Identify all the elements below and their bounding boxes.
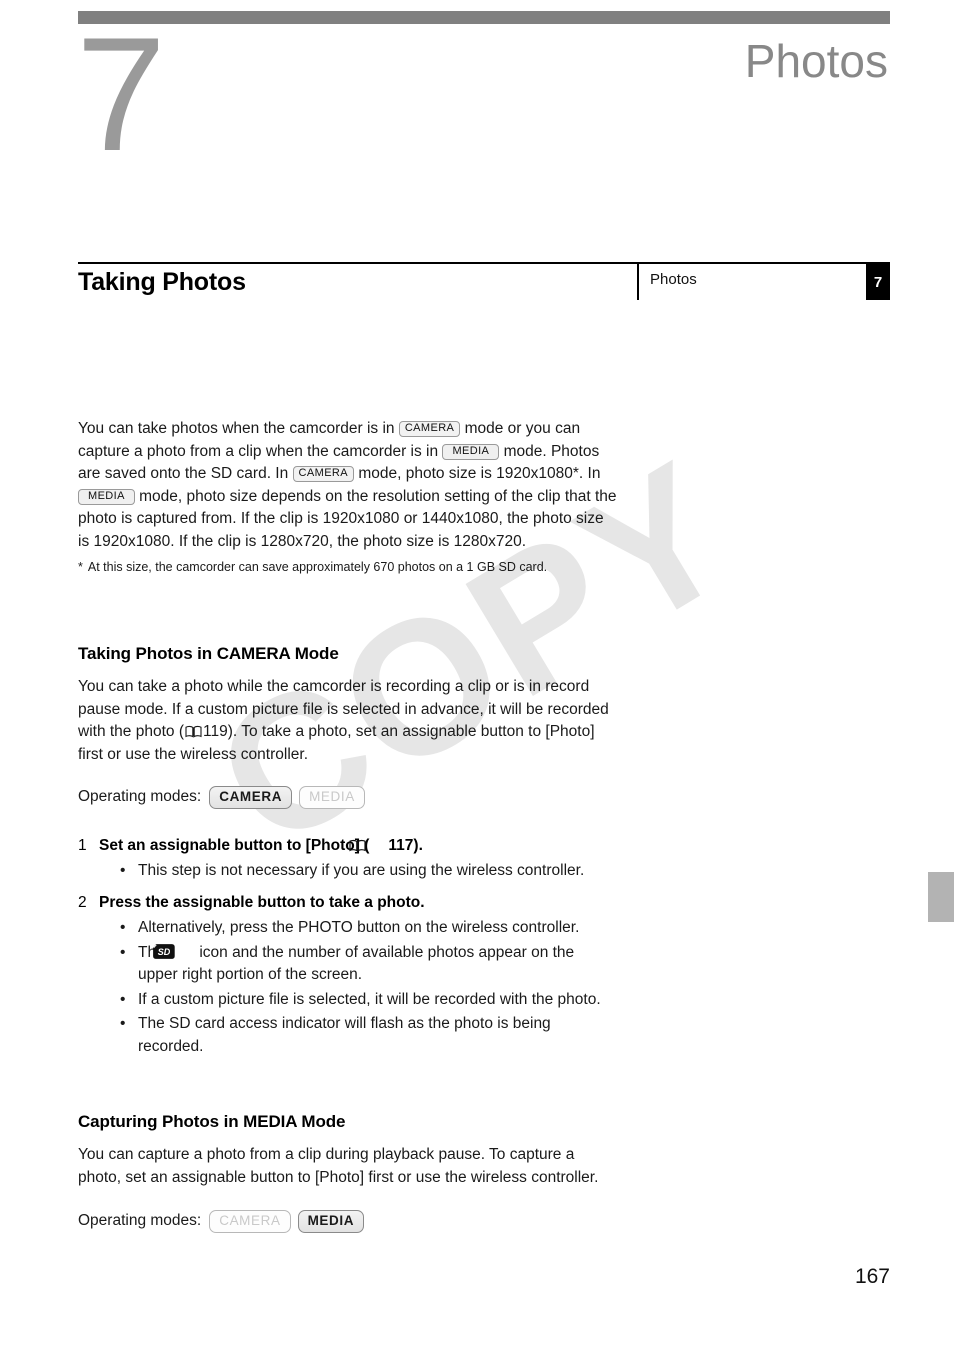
book-page-reference-icon: [185, 723, 202, 738]
step-1-page-ref: 117: [388, 836, 414, 854]
bullet-text: The SD card access indicator will flash …: [138, 1015, 551, 1055]
intro-text-4: mode, photo size is 1920x1080*. In: [354, 465, 601, 482]
page-number: 167: [854, 1265, 890, 1288]
running-head-box: Photos 7: [637, 264, 890, 300]
chapter-number: 7: [76, 4, 166, 185]
heading-taking-photos-camera-mode: Taking Photos in CAMERA Mode: [78, 644, 339, 663]
camera-para-page-ref: 119: [202, 723, 228, 740]
bullet-dot: •: [120, 919, 126, 936]
step-1-text-a: Set an assignable button to [Photo] (: [99, 836, 370, 854]
document-page: COPY 7 Photos Taking Photos Photos 7 You…: [0, 0, 954, 1348]
chapter-top-bar: [78, 11, 890, 24]
step-2-number: 2: [78, 894, 87, 911]
bullet-text: Alternatively, press the PHOTO button on…: [138, 919, 580, 936]
intro-text-1: You can take photos when the camcorder i…: [78, 420, 399, 437]
camera-mode-pill-inline-2: CAMERA: [292, 466, 355, 482]
footnote-text: At this size, the camcorder can save app…: [87, 560, 548, 574]
running-head-chapter-badge: 7: [866, 264, 890, 300]
bullet-dot: •: [120, 861, 126, 879]
running-head-label: Photos: [650, 271, 697, 288]
heading-capturing-photos-media-mode: Capturing Photos in MEDIA Mode: [78, 1112, 346, 1131]
media-mode-pill-inline-2: MEDIA: [78, 488, 135, 505]
step-2-text-a: Press the assignable button to take a ph…: [99, 894, 425, 911]
operating-modes-media: Operating modes: CAMERA MEDIA: [78, 1210, 618, 1233]
list-item: • The SD icon and the number of available…: [120, 942, 618, 987]
mode-pill-media-inactive: MEDIA: [299, 786, 365, 809]
bullet-text: If a custom picture file is selected, it…: [138, 990, 601, 1008]
page-content: You can take photos when the camcorder i…: [78, 418, 618, 1233]
footnote-marker: *: [78, 560, 83, 574]
bullet-dot: •: [120, 1015, 126, 1032]
intro-text-5: mode, photo size depends on the resoluti…: [78, 487, 617, 550]
step-1: 1 Set an assignable button to [Photo] ( 11…: [78, 835, 618, 883]
camera-steps-list: 1 Set an assignable button to [Photo] ( 11…: [78, 835, 618, 1059]
intro-paragraph: You can take photos when the camcorder i…: [78, 418, 618, 553]
step-2-bullets: • Alternatively, press the PHOTO button o…: [99, 917, 618, 1058]
chapter-title: Photos: [744, 35, 888, 87]
bullet-dot: •: [120, 990, 126, 1008]
bullet-text-b: icon and the number of available photos …: [138, 943, 575, 984]
camera-section-paragraph: You can take a photo while the camcorder…: [78, 676, 618, 766]
book-page-reference-icon: [349, 837, 387, 852]
mode-pill-media-active: MEDIA: [297, 1210, 365, 1233]
svg-text:SD: SD: [158, 947, 171, 957]
list-item: • This step is not necessary if you are u…: [120, 860, 618, 883]
mode-pill-camera-inactive: CAMERA: [209, 1210, 291, 1233]
bullet-dot: •: [120, 943, 126, 961]
media-mode-pill-inline-1: MEDIA: [442, 443, 500, 460]
media-section-paragraph: You can capture a photo from a clip duri…: [78, 1146, 599, 1186]
operating-modes-label-camera: Operating modes:: [78, 788, 202, 806]
list-item: • The SD card access indicator will flash…: [120, 1013, 618, 1058]
step-1-number: 1: [78, 836, 87, 854]
step-1-text-b: ).: [413, 836, 423, 854]
mode-pill-camera-active: CAMERA: [209, 786, 293, 809]
footnote: * At this size, the camcorder can save ap…: [78, 559, 618, 576]
camera-mode-pill-inline-1: CAMERA: [398, 421, 461, 437]
operating-modes-camera: Operating modes: CAMERA MEDIA: [78, 786, 618, 809]
operating-modes-label-media: Operating modes:: [78, 1212, 202, 1230]
list-item: • If a custom picture file is selected, i…: [120, 989, 618, 1012]
step-2: 2 Press the assignable button to take a p…: [78, 892, 618, 1058]
bullet-text: This step is not necessary if you are us…: [138, 861, 585, 879]
list-item: • Alternatively, press the PHOTO button o…: [120, 917, 618, 940]
step-1-bullets: • This step is not necessary if you are u…: [99, 860, 618, 883]
sd-card-icon: SD: [153, 943, 193, 959]
page-title: Taking Photos: [78, 268, 246, 296]
chapter-thumb-tab: [928, 872, 954, 922]
